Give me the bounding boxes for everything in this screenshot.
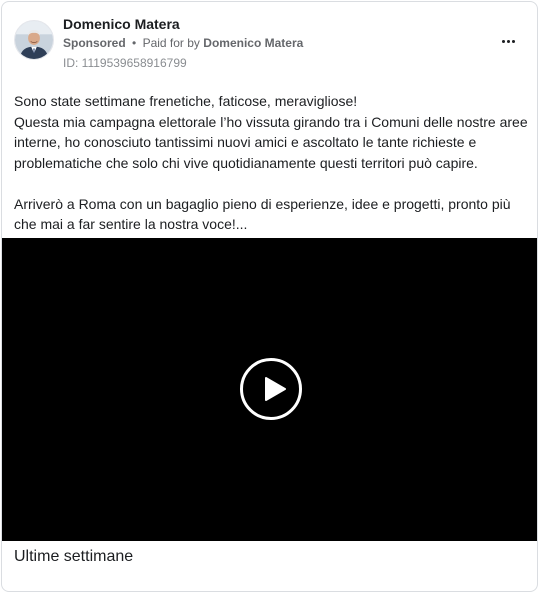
paid-for-name[interactable]: Domenico Matera (203, 36, 303, 50)
profile-photo-icon (15, 21, 53, 59)
meta-separator: • (132, 36, 137, 50)
ad-id: ID: 1119539658916799 (63, 56, 187, 70)
sponsored-label: Sponsored (63, 36, 126, 50)
play-icon (265, 377, 286, 401)
paid-for-prefix: Paid for by (142, 36, 200, 50)
avatar[interactable] (14, 20, 54, 60)
post-header: Domenico Matera Sponsored • Paid for by … (2, 2, 537, 82)
post-body-text: Sono state settimane frenetiche, faticos… (14, 91, 529, 235)
ad-card: Domenico Matera Sponsored • Paid for by … (1, 1, 538, 592)
more-horizontal-icon (501, 39, 516, 43)
body-paragraph: Sono state settimane frenetiche, faticos… (14, 93, 358, 109)
video-caption: Ultime settimane (14, 548, 134, 565)
more-options-button[interactable] (497, 30, 519, 52)
author-name[interactable]: Domenico Matera (63, 16, 180, 32)
body-paragraph: Arriverò a Roma con un bagaglio pieno di… (14, 195, 511, 233)
play-button[interactable] (240, 358, 302, 420)
body-paragraph: Questa mia campagna elettorale l’ho viss… (14, 113, 528, 171)
video-player[interactable] (2, 238, 537, 541)
sponsor-line: Sponsored • Paid for by Domenico Matera (63, 36, 303, 50)
